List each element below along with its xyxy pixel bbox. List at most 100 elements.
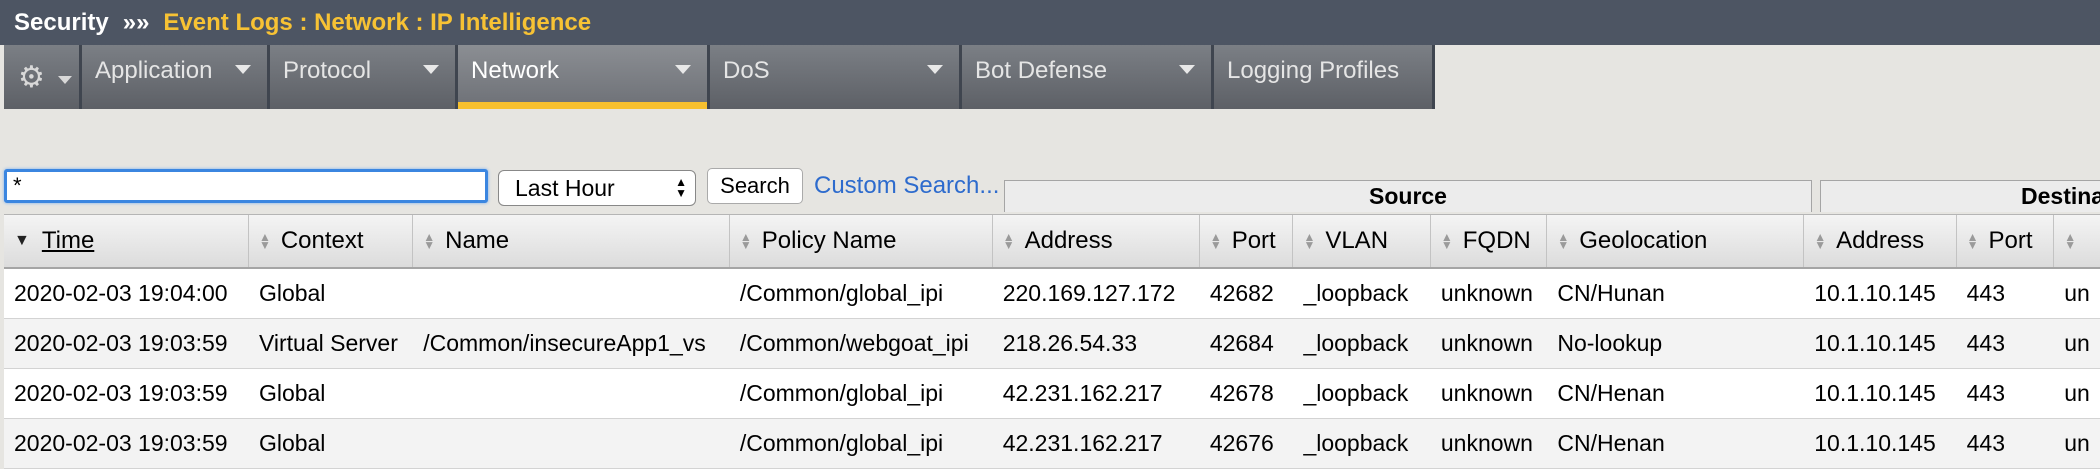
cell-context: Virtual Server — [258, 330, 398, 356]
table-row[interactable]: 2020-02-03 19:03:59 Virtual Server /Comm… — [4, 319, 2100, 369]
cell-geolocation: CN/Henan — [1557, 430, 1665, 456]
column-header-fqdn[interactable]: ▲ ▼ FQDN — [1431, 215, 1548, 267]
cell-context: Global — [258, 380, 326, 406]
cell-time: 2020-02-03 19:03:59 — [14, 380, 228, 406]
cell-more: un — [2064, 330, 2090, 356]
sort-icon: ▲ ▼ — [1966, 230, 1979, 252]
sort-icon: ▲ ▼ — [1303, 230, 1316, 252]
cell-time: 2020-02-03 19:03:59 — [14, 430, 228, 456]
tab-strip: ⚙ Application Protocol Network DoS Bot D… — [4, 45, 1435, 109]
tab-logging-profiles[interactable]: Logging Profiles — [1214, 45, 1435, 109]
cell-geolocation: No-lookup — [1557, 330, 1663, 356]
column-header-more[interactable]: ▲ ▼ — [2054, 215, 2100, 267]
sort-icon: ▲ ▼ — [1814, 230, 1827, 252]
cell-name: /Common/insecureApp1_vs — [423, 330, 706, 356]
event-log-table: ▼ Time ▲ ▼ Context ▲ ▼ Name ▲ ▼ Policy Name… — [4, 214, 2100, 469]
cell-source-port: 42682 — [1209, 280, 1274, 306]
tab-bot-defense[interactable]: Bot Defense — [962, 45, 1214, 109]
column-header-source-address[interactable]: ▲ ▼ Address — [993, 215, 1200, 267]
sort-icon: ▲ ▼ — [739, 230, 752, 252]
cell-more: un — [2064, 430, 2090, 456]
destination-group-header: Destina — [1820, 180, 2100, 212]
column-header-policy-name[interactable]: ▲ ▼ Policy Name — [730, 215, 993, 267]
chevron-down-icon — [1179, 65, 1195, 74]
tab-network[interactable]: Network — [458, 45, 710, 109]
cell-vlan: _loopback — [1303, 330, 1409, 356]
column-header-name[interactable]: ▲ ▼ Name — [413, 215, 730, 267]
cell-fqdn: unknown — [1440, 280, 1533, 306]
cell-context: Global — [258, 430, 326, 456]
cell-fqdn: unknown — [1440, 380, 1533, 406]
chevron-down-icon — [423, 65, 439, 74]
cell-source-address: 42.231.162.217 — [1002, 430, 1163, 456]
cell-fqdn: unknown — [1440, 330, 1533, 356]
tab-application[interactable]: Application — [82, 45, 270, 109]
tab-bar: ⚙ Application Protocol Network DoS Bot D… — [0, 45, 2100, 109]
tab-label: Logging Profiles — [1227, 57, 1400, 84]
cell-source-address: 220.169.127.172 — [1002, 280, 1176, 306]
cell-source-address: 42.231.162.217 — [1002, 380, 1163, 406]
column-header-destination-address[interactable]: ▲ ▼ Address — [1804, 215, 1957, 267]
cell-policy-name: /Common/webgoat_ipi — [739, 330, 969, 356]
chevron-down-icon — [675, 65, 691, 74]
cell-vlan: _loopback — [1303, 430, 1409, 456]
source-group-header: Source — [1004, 180, 1812, 212]
chevron-down-icon — [235, 65, 251, 74]
cell-source-port: 42678 — [1209, 380, 1274, 406]
sort-icon: ▲ ▼ — [423, 230, 436, 252]
table-row[interactable]: 2020-02-03 19:03:59 Global /Common/globa… — [4, 419, 2100, 469]
title-bar: Security »» Event Logs : Network : IP In… — [0, 0, 2100, 45]
tab-label: Protocol — [283, 57, 372, 84]
sort-descending-icon: ▼ — [14, 232, 30, 249]
table-row[interactable]: 2020-02-03 19:03:59 Global /Common/globa… — [4, 369, 2100, 419]
cell-destination-address: 10.1.10.145 — [1814, 430, 1936, 456]
tab-label: Bot Defense — [975, 57, 1108, 84]
cell-source-address: 218.26.54.33 — [1002, 330, 1137, 356]
cell-policy-name: /Common/global_ipi — [739, 280, 944, 306]
cell-context: Global — [258, 280, 326, 306]
cell-geolocation: CN/Hunan — [1557, 280, 1665, 306]
breadcrumb: Event Logs : Network : IP Intelligence — [163, 8, 592, 36]
chevron-down-icon — [58, 76, 72, 84]
cell-destination-port: 443 — [1966, 430, 2005, 456]
section-title[interactable]: Security — [14, 9, 109, 37]
tab-protocol[interactable]: Protocol — [270, 45, 458, 109]
cell-name — [413, 269, 730, 318]
cell-destination-address: 10.1.10.145 — [1814, 380, 1936, 406]
tab-label: Application — [95, 57, 213, 84]
custom-search-link[interactable]: Custom Search... — [814, 172, 999, 200]
cell-vlan: _loopback — [1303, 380, 1409, 406]
cell-destination-port: 443 — [1966, 330, 2005, 356]
cell-policy-name: /Common/global_ipi — [739, 380, 944, 406]
table-header: ▼ Time ▲ ▼ Context ▲ ▼ Name ▲ ▼ Policy Name… — [4, 214, 2100, 269]
sort-icon: ▲ ▼ — [1002, 230, 1015, 252]
cell-time: 2020-02-03 19:04:00 — [14, 280, 228, 306]
tab-dos[interactable]: DoS — [710, 45, 962, 109]
time-range-select[interactable]: Last Hour ▲ ▼ — [498, 170, 696, 206]
sort-icon: ▲ ▼ — [258, 230, 271, 252]
sort-icon: ▲ ▼ — [1557, 230, 1570, 252]
sort-icon: ▲ ▼ — [1209, 230, 1222, 252]
cell-name — [413, 419, 730, 468]
time-range-value: Last Hour — [515, 174, 615, 201]
cell-destination-address: 10.1.10.145 — [1814, 330, 1936, 356]
cell-policy-name: /Common/global_ipi — [739, 430, 944, 456]
sort-icon: ▲ ▼ — [2064, 230, 2077, 252]
search-input[interactable] — [4, 169, 488, 203]
cell-vlan: _loopback — [1303, 280, 1409, 306]
gear-icon: ⚙ — [18, 60, 45, 94]
column-header-destination-port[interactable]: ▲ ▼ Port — [1957, 215, 2055, 267]
column-header-geolocation[interactable]: ▲ ▼ Geolocation — [1547, 215, 1805, 267]
search-button[interactable]: Search — [707, 168, 803, 204]
chevron-down-icon — [927, 65, 943, 74]
cell-geolocation: CN/Henan — [1557, 380, 1665, 406]
tab-label: DoS — [723, 57, 770, 84]
cell-source-port: 42684 — [1209, 330, 1274, 356]
column-header-time[interactable]: ▼ Time — [4, 215, 249, 267]
table-row[interactable]: 2020-02-03 19:04:00 Global /Common/globa… — [4, 269, 2100, 319]
column-header-context[interactable]: ▲ ▼ Context — [249, 215, 414, 267]
settings-menu[interactable]: ⚙ — [4, 45, 82, 109]
tab-label: Network — [471, 57, 560, 84]
column-header-source-port[interactable]: ▲ ▼ Port — [1200, 215, 1294, 267]
column-header-vlan[interactable]: ▲ ▼ VLAN — [1293, 215, 1431, 267]
